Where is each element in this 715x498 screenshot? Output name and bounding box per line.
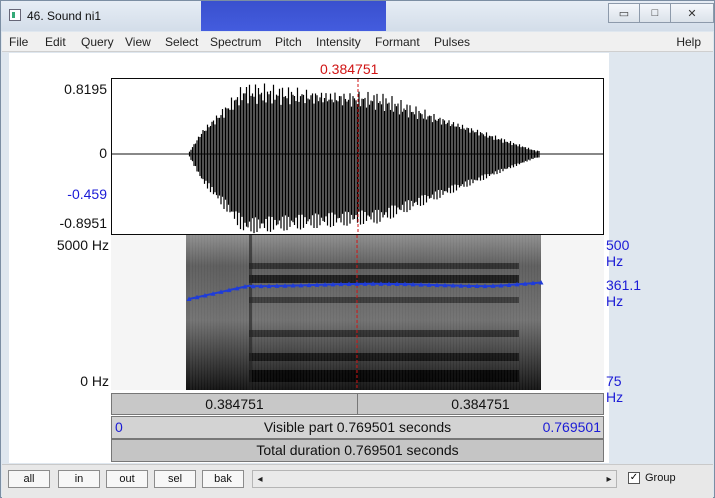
pitch-value-label: 361.1 Hz	[606, 277, 642, 309]
menu-bar: File Edit Query View Select Spectrum Pit…	[2, 32, 713, 52]
out-button[interactable]: out	[106, 470, 148, 488]
title-bar[interactable]: 46. Sound ni1 ▭ □ ✕	[1, 1, 714, 31]
pitch-bottom-label: 75 Hz	[606, 373, 624, 405]
waveform-panel[interactable]	[111, 78, 604, 235]
sound-editor-canvas[interactable]: 0.384751 0.8195 0 -0.459 -0.8951 5000 Hz…	[9, 53, 641, 463]
minimize-button[interactable]: ▭	[608, 3, 640, 23]
waveform-plot	[112, 79, 603, 234]
group-label: Group	[645, 472, 676, 484]
bak-button[interactable]: bak	[202, 470, 244, 488]
app-icon	[9, 9, 21, 21]
menu-spectrum[interactable]: Spectrum	[210, 35, 261, 49]
sel-button[interactable]: sel	[154, 470, 196, 488]
maximize-button[interactable]: □	[639, 3, 671, 23]
all-button[interactable]: all	[8, 470, 50, 488]
menu-file[interactable]: File	[9, 35, 28, 49]
titlebar-highlight	[201, 1, 386, 31]
group-checkbox[interactable]: ✓	[628, 472, 640, 484]
spectrogram-bottom-label: 0 Hz	[80, 373, 109, 389]
spectrogram-top-label: 5000 Hz	[56, 237, 109, 253]
menu-edit[interactable]: Edit	[45, 35, 66, 49]
waveform-max-label: 0.8195	[64, 81, 107, 97]
menu-query[interactable]: Query	[81, 35, 114, 49]
time-left-cell[interactable]: 0.384751	[112, 394, 358, 414]
time-scrollbar[interactable]: ◂ ▸	[252, 470, 617, 488]
menu-select[interactable]: Select	[165, 35, 198, 49]
visible-part-row[interactable]: 0 Visible part 0.769501 seconds 0.769501	[111, 416, 604, 439]
cursor-time-label: 0.384751	[320, 61, 379, 77]
spectrogram-panel[interactable]	[111, 235, 604, 390]
menu-formant[interactable]: Formant	[375, 35, 420, 49]
window-title: 46. Sound ni1	[27, 9, 102, 23]
menu-pitch[interactable]: Pitch	[275, 35, 302, 49]
waveform-selection-label: -0.459	[67, 186, 107, 202]
total-duration-label: Total duration 0.769501 seconds	[256, 442, 459, 458]
bottom-bar: all in out sel bak ◂ ▸ ✓ Group	[2, 464, 713, 498]
scroll-left-icon[interactable]: ◂	[253, 471, 267, 487]
waveform-zero-label: 0	[99, 145, 107, 161]
menu-intensity[interactable]: Intensity	[316, 35, 361, 49]
menu-pulses[interactable]: Pulses	[434, 35, 470, 49]
in-button[interactable]: in	[58, 470, 100, 488]
visible-end-label: 0.769501	[542, 419, 601, 435]
waveform-min-label: -0.8951	[59, 215, 107, 231]
menu-help[interactable]: Help	[676, 35, 701, 49]
total-duration-row[interactable]: Total duration 0.769501 seconds	[111, 439, 604, 462]
time-right-cell[interactable]: 0.384751	[358, 394, 603, 414]
pitch-top-label: 500 Hz	[606, 237, 630, 269]
menu-view[interactable]: View	[125, 35, 151, 49]
scroll-right-icon[interactable]: ▸	[602, 471, 616, 487]
visible-part-label: Visible part 0.769501 seconds	[263, 419, 452, 435]
spectrogram-plot	[111, 235, 604, 390]
close-button[interactable]: ✕	[670, 3, 714, 23]
cursor-time-row[interactable]: 0.384751 0.384751	[111, 393, 604, 415]
window-frame: 46. Sound ni1 ▭ □ ✕ File Edit Query View…	[0, 0, 715, 498]
